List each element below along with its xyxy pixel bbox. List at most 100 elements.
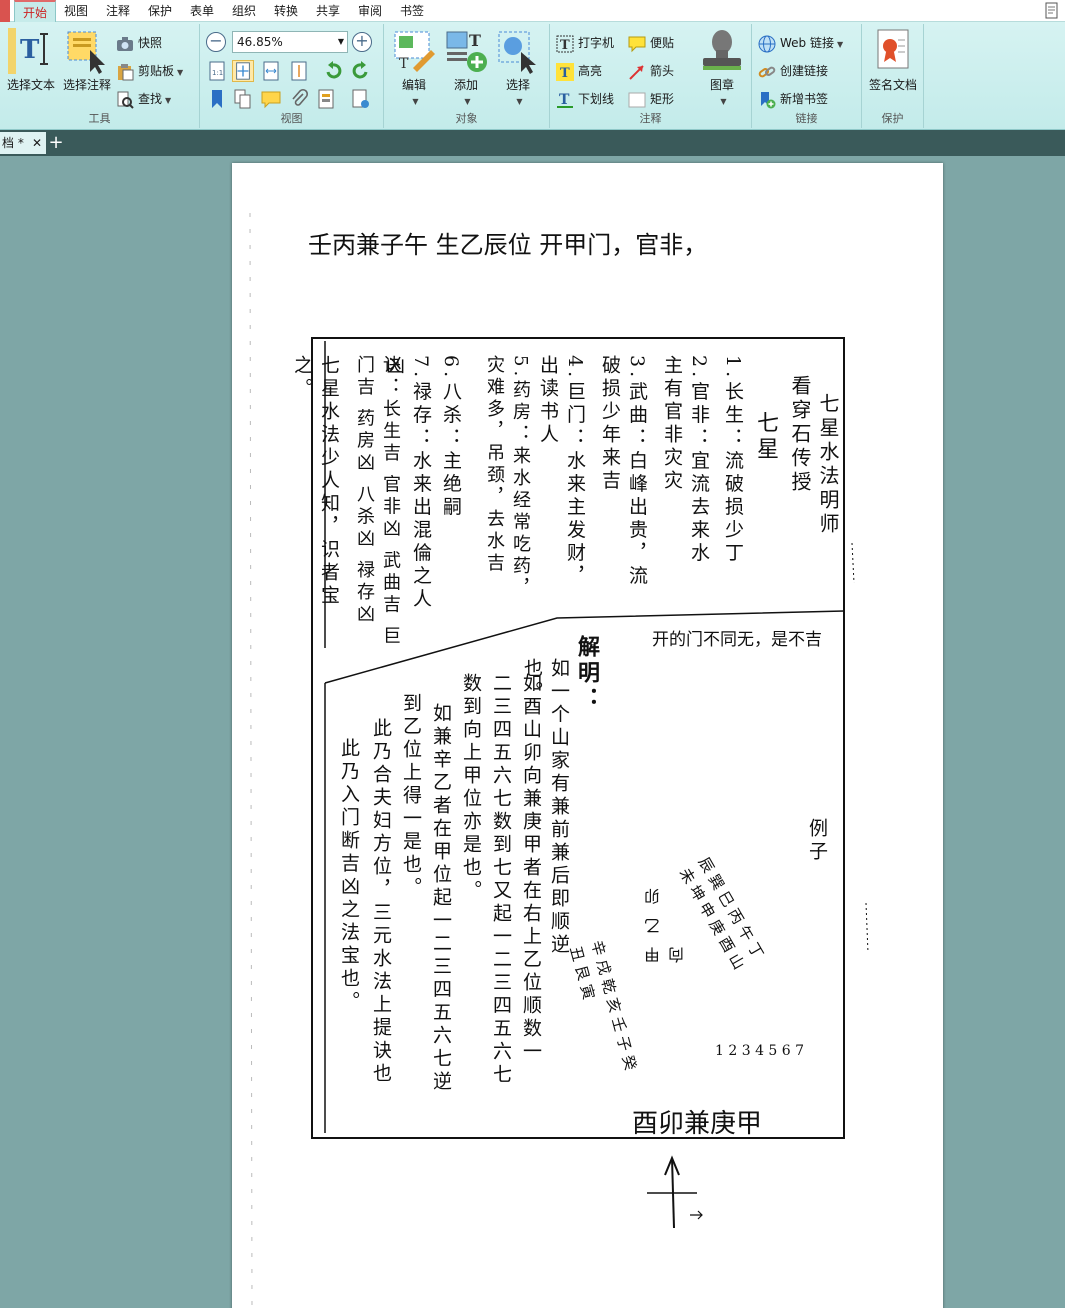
doc-subtitle: 看穿石传授 xyxy=(788,375,812,495)
group-view: − 46.85% ▼ + 1:1 视图 xyxy=(200,24,384,128)
select-annotation-button[interactable]: 选择注释 xyxy=(60,28,114,93)
explain-line-6: 到乙位上得一是也。 xyxy=(400,693,422,900)
chevron-down-icon: ▼ xyxy=(412,97,419,106)
actual-size-icon[interactable]: 1:1 xyxy=(206,60,228,82)
select-text-button[interactable]: T 选择文本 xyxy=(2,28,60,93)
note-button[interactable]: 便贴 xyxy=(628,32,674,54)
document-page[interactable]: 壬丙兼子午 生乙辰位 开甲门，官非， 七星水法明师 看穿石传授 七星 1.长生：… xyxy=(232,163,943,1308)
tab-bookmarks[interactable]: 书签 xyxy=(392,0,432,22)
edit-object-icon: T xyxy=(394,31,435,72)
sign-document-button[interactable]: 签名文档 xyxy=(864,28,922,93)
verse-end: 七星水法少人知，识者宝之。 xyxy=(291,355,340,608)
chevron-down-icon: ▼ xyxy=(720,97,727,106)
sticky-note-icon xyxy=(628,36,646,52)
tab-forms[interactable]: 表单 xyxy=(182,0,222,22)
tab-view[interactable]: 视图 xyxy=(56,0,96,22)
close-tab-icon[interactable]: ✕ xyxy=(32,132,42,154)
clipboard-button[interactable]: 剪贴板 ▼ xyxy=(116,60,183,82)
group-tools: T 选择文本 选择注释 快照 剪贴板 ▼ 查找 ▼ 工具 xyxy=(0,24,200,128)
rotate-left-icon[interactable] xyxy=(322,60,344,82)
sign-document-label: 签名文档 xyxy=(868,78,917,92)
snapshot-button[interactable]: 快照 xyxy=(116,32,162,54)
explain-title: 解明： xyxy=(574,635,600,713)
add-bookmark-button[interactable]: 新增书签 xyxy=(758,88,828,110)
svg-text:T: T xyxy=(399,56,409,72)
document-icon[interactable] xyxy=(1043,2,1061,20)
add-object-icon: T xyxy=(446,31,487,72)
fit-visible-icon[interactable] xyxy=(288,60,310,82)
edit-object-label: 编辑 xyxy=(401,78,426,92)
document-tab-label: 档 * xyxy=(2,136,24,150)
attachment-icon[interactable] xyxy=(288,88,310,110)
menu-bar: 开始 视图 注释 保护 表单 组织 转换 共享 审阅 书签 xyxy=(0,0,1065,22)
document-workspace[interactable]: 壬丙兼子午 生乙辰位 开甲门，官非， 七星水法明师 看穿石传授 七星 1.长生：… xyxy=(0,156,1065,1308)
typewriter-label: 打字机 xyxy=(578,36,615,50)
fit-width-icon[interactable] xyxy=(260,60,282,82)
explain-line-3: 二三四五六七数到七又起一二三四五六七 xyxy=(490,673,512,1087)
group-comments-label: 注释 xyxy=(639,112,662,125)
add-object-button[interactable]: T 添加 ▼ xyxy=(440,28,492,107)
rectangle-icon xyxy=(628,92,646,107)
underline-button[interactable]: T 下划线 xyxy=(556,88,614,110)
star-4: 4.巨门：水来主发财，出读书人 xyxy=(537,355,586,589)
zoom-select[interactable]: 46.85% ▼ xyxy=(232,31,348,53)
zoom-in-icon[interactable]: + xyxy=(352,32,372,52)
bookmark-icon[interactable] xyxy=(206,88,228,110)
highlight-button[interactable]: T 高亮 xyxy=(556,60,602,82)
find-icon xyxy=(117,91,134,109)
fit-page-icon[interactable] xyxy=(232,60,254,82)
tab-convert[interactable]: 转换 xyxy=(266,0,306,22)
explain-line-2: 如酉山卯向兼庚甲者在右上乙位顺数一 xyxy=(520,673,542,1064)
layers-icon[interactable] xyxy=(316,88,338,110)
arrow-button[interactable]: 箭头 xyxy=(628,60,674,82)
find-button[interactable]: 查找 ▼ xyxy=(116,88,171,110)
select-object-label: 选择 xyxy=(505,78,530,92)
star-5: 5.药房：来水经常吃药，灾难多，吊颈，去水吉 xyxy=(484,355,531,601)
tab-protect[interactable]: 保护 xyxy=(140,0,180,22)
stamp-button[interactable]: 图章 ▼ xyxy=(696,28,748,107)
zoom-out-icon[interactable]: − xyxy=(206,32,226,52)
star-2: 2.官非：宜流去来水 主有官非灾灾 xyxy=(661,355,710,566)
select-object-button[interactable]: 选择 ▼ xyxy=(492,28,544,107)
ribbon: T 选择文本 选择注释 快照 剪贴板 ▼ 查找 ▼ 工具 − 46.85% ▼ … xyxy=(0,22,1065,130)
select-object-icon xyxy=(498,31,536,74)
find-label: 查找 xyxy=(138,92,163,106)
add-bookmark-label: 新增书签 xyxy=(780,92,829,106)
chevron-down-icon: ▼ xyxy=(836,40,844,49)
tab-comment[interactable]: 注释 xyxy=(98,0,138,22)
globe-icon xyxy=(758,35,776,52)
arrow-label: 箭头 xyxy=(650,64,675,78)
create-link-button[interactable]: 创建链接 xyxy=(758,60,828,82)
doc-title: 七星水法明师 xyxy=(816,393,840,537)
stamp-icon xyxy=(703,30,741,70)
web-link-button[interactable]: Web 链接 ▼ xyxy=(758,32,843,54)
star-6: 6.八杀：主绝嗣 xyxy=(440,355,462,520)
rotate-right-icon[interactable] xyxy=(350,60,372,82)
pages-icon[interactable] xyxy=(232,88,254,110)
properties-icon[interactable] xyxy=(350,88,372,110)
group-links-label: 链接 xyxy=(795,112,818,125)
typewriter-icon: T xyxy=(556,35,574,53)
document-tab[interactable]: 档 * ✕ xyxy=(0,132,46,154)
wheel-numbers: 1 2 3 4 5 6 7 xyxy=(715,1043,805,1059)
comments-icon[interactable] xyxy=(260,88,282,110)
tab-home[interactable]: 开始 xyxy=(14,0,57,22)
explain-line-8: 此乃入门断吉凶之法宝也。 xyxy=(338,738,360,1014)
select-annotation-label: 选择注释 xyxy=(62,78,111,92)
tab-review[interactable]: 审阅 xyxy=(350,0,390,22)
new-tab-button[interactable]: + xyxy=(48,132,64,154)
edit-object-button[interactable]: T 编辑 ▼ xyxy=(388,28,440,107)
svg-text:T: T xyxy=(469,31,481,50)
underline-label: 下划线 xyxy=(578,92,615,106)
chevron-down-icon: ▼ xyxy=(464,97,471,106)
typewriter-button[interactable]: T 打字机 xyxy=(556,32,614,54)
rectangle-button[interactable]: 矩形 xyxy=(628,88,674,110)
tab-organize[interactable]: 组织 xyxy=(224,0,264,22)
group-links: Web 链接 ▼ 创建链接 新增书签 链接 xyxy=(752,24,862,128)
explain-line-7: 此乃合夫妇方位，三元水法上提诀也 xyxy=(370,718,392,1086)
app-corner-marker xyxy=(0,0,10,22)
clipboard-label: 剪贴板 xyxy=(138,64,175,78)
note-label: 便贴 xyxy=(650,36,675,50)
doc-heading: 七星 xyxy=(753,411,778,463)
tab-share[interactable]: 共享 xyxy=(308,0,348,22)
